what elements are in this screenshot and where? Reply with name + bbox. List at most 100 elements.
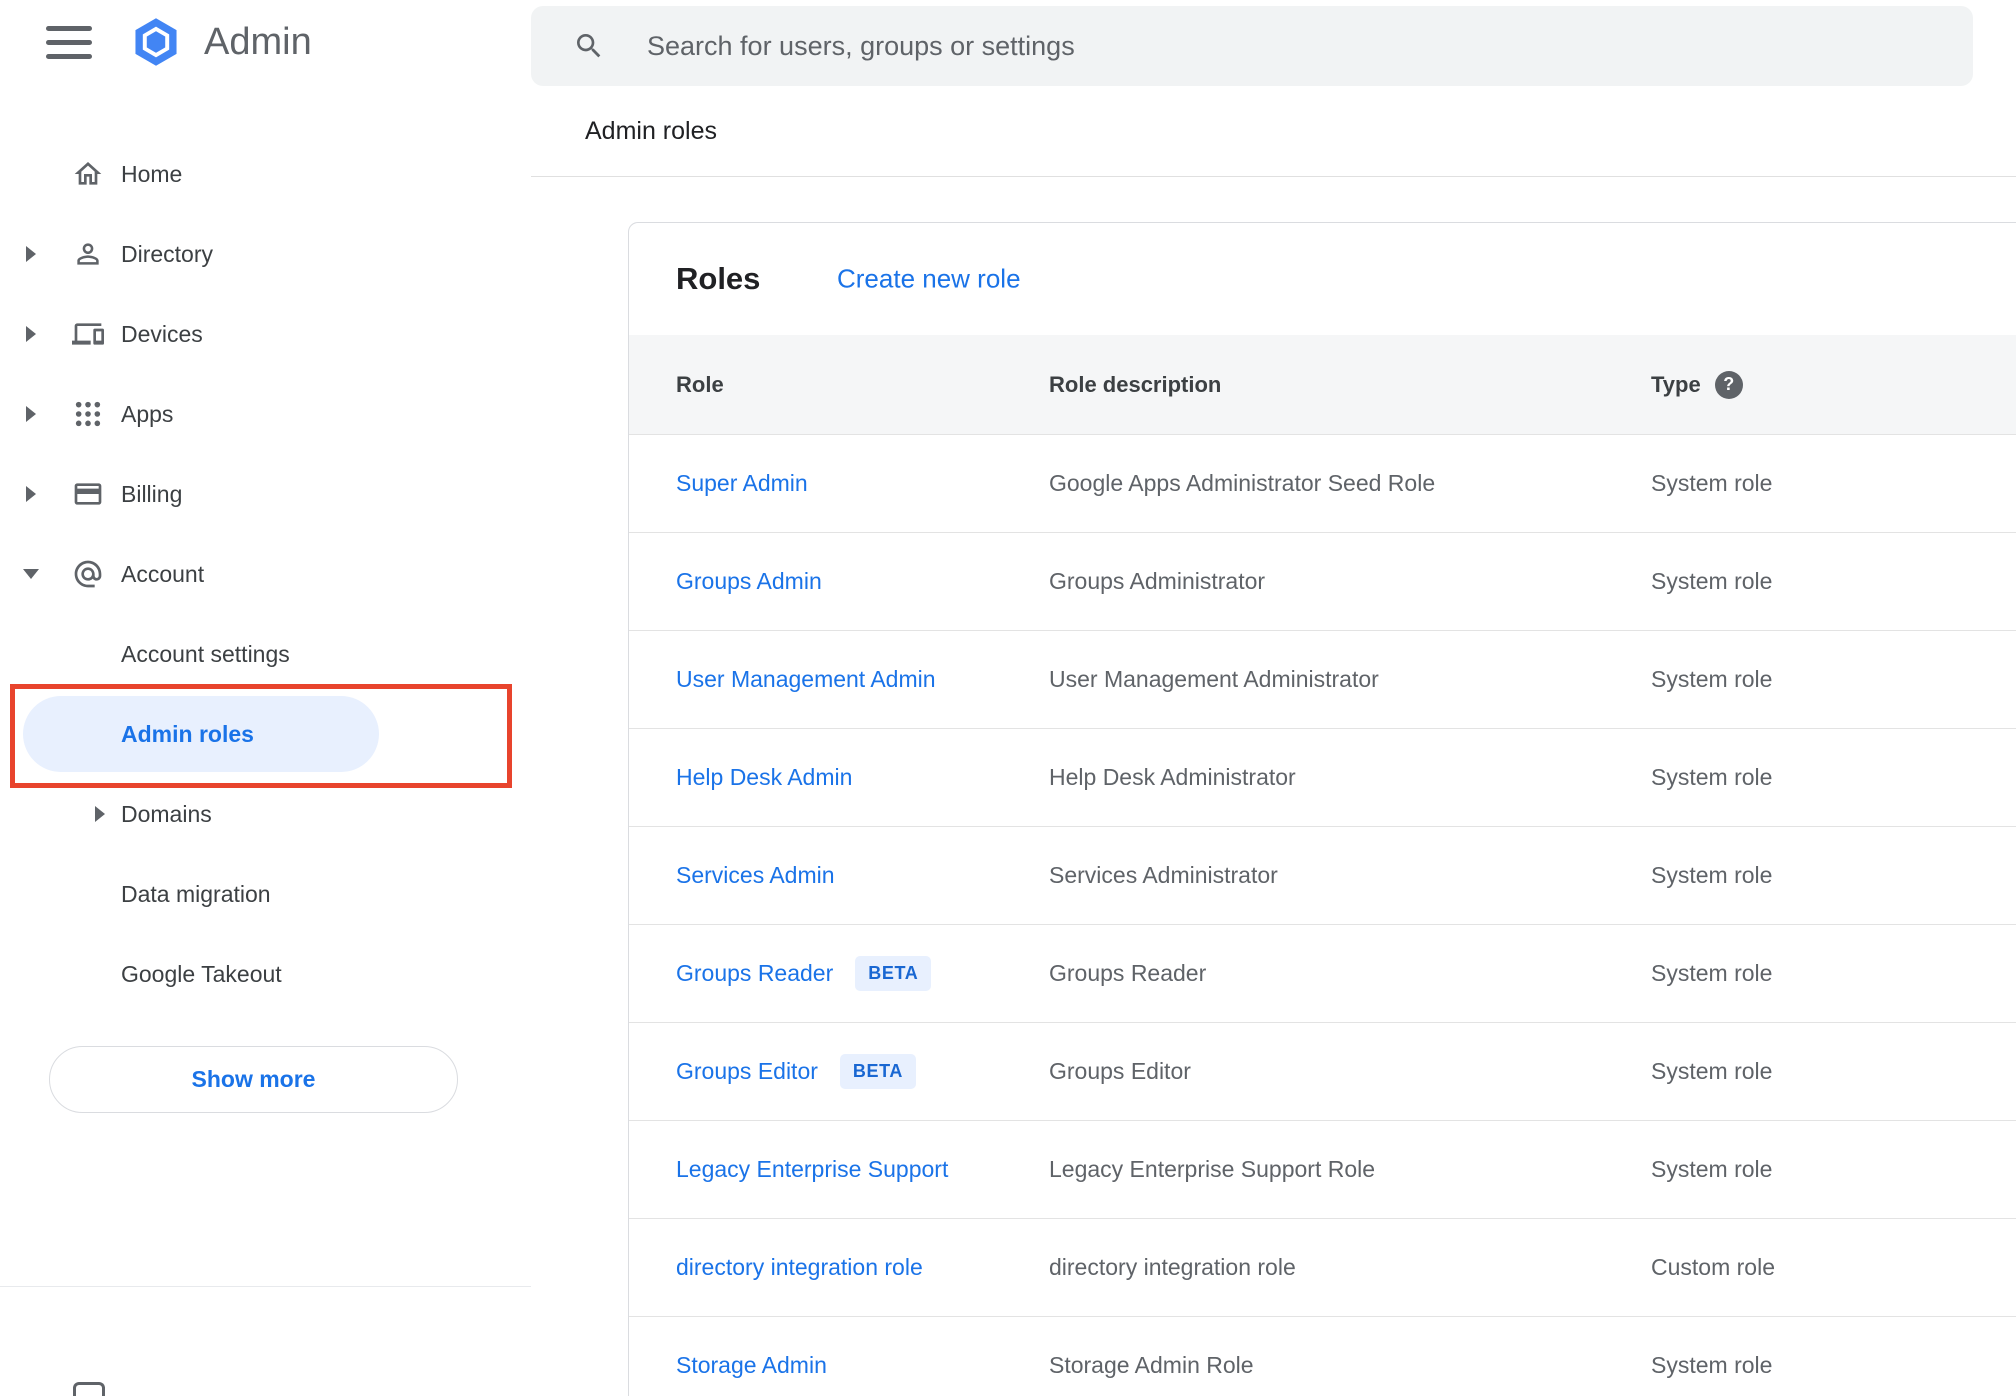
beta-badge: BETA bbox=[839, 1054, 916, 1089]
sidebar-item-label: Domains bbox=[121, 800, 212, 827]
sidebar-item-home[interactable]: Home bbox=[0, 134, 531, 214]
sidebar-item-devices[interactable]: Devices bbox=[0, 294, 531, 374]
table-row: directory integration role directory int… bbox=[629, 1218, 2016, 1316]
role-type: System role bbox=[1651, 1352, 1773, 1378]
role-description: User Management Administrator bbox=[1049, 666, 1379, 692]
role-link[interactable]: Storage Admin bbox=[676, 1352, 827, 1379]
sidebar-nav: Home Directory Devices Apps Billing Acco… bbox=[0, 134, 531, 1113]
role-type: System role bbox=[1651, 470, 1773, 496]
role-type: System role bbox=[1651, 1156, 1773, 1182]
at-sign-icon bbox=[74, 560, 102, 588]
hamburger-menu-icon[interactable] bbox=[46, 25, 92, 59]
sidebar-item-google-takeout[interactable]: Google Takeout bbox=[0, 934, 531, 1014]
card-header: Roles Create new role bbox=[629, 223, 2016, 335]
admin-hexagon-icon bbox=[135, 18, 177, 66]
chevron-right-icon[interactable] bbox=[26, 246, 36, 262]
sidebar-item-label: Google Takeout bbox=[121, 960, 282, 987]
role-link[interactable]: Legacy Enterprise Support bbox=[676, 1156, 948, 1183]
sidebar: Admin Home Directory Devices Apps Billin… bbox=[0, 0, 531, 1396]
roles-card: Roles Create new role Role Role descript… bbox=[628, 222, 2016, 1396]
sidebar-item-label: Billing bbox=[121, 480, 183, 507]
sidebar-item-account[interactable]: Account bbox=[0, 534, 531, 614]
sidebar-divider bbox=[0, 1286, 531, 1287]
sidebar-item-label: Account settings bbox=[121, 640, 290, 667]
role-type: System role bbox=[1651, 764, 1773, 790]
table-row: Help Desk Admin Help Desk Administrator … bbox=[629, 728, 2016, 826]
card-title: Roles bbox=[676, 261, 761, 296]
sidebar-item-label: Home bbox=[121, 160, 183, 187]
admin-logo[interactable]: Admin bbox=[128, 14, 312, 70]
hamburger-bar bbox=[46, 53, 92, 59]
role-description: Google Apps Administrator Seed Role bbox=[1049, 470, 1436, 496]
devices-icon bbox=[72, 323, 104, 345]
breadcrumb[interactable]: Admin roles bbox=[585, 86, 717, 176]
chevron-right-icon[interactable] bbox=[95, 806, 105, 822]
person-icon bbox=[77, 243, 99, 265]
sidebar-item-label: Admin roles bbox=[121, 720, 254, 747]
role-type: System role bbox=[1651, 960, 1773, 986]
column-header-type-label: Type bbox=[1651, 371, 1701, 397]
chevron-right-icon[interactable] bbox=[26, 486, 36, 502]
role-link[interactable]: Groups Reader bbox=[676, 960, 833, 987]
table-row: Groups Reader BETA Groups Reader System … bbox=[629, 924, 2016, 1022]
table-row: Legacy Enterprise Support Legacy Enterpr… bbox=[629, 1120, 2016, 1218]
sidebar-item-account-settings[interactable]: Account settings bbox=[0, 614, 531, 694]
role-link[interactable]: Groups Editor bbox=[676, 1058, 818, 1085]
sidebar-header: Admin bbox=[0, 0, 531, 84]
role-description: Groups Administrator bbox=[1049, 568, 1266, 594]
chevron-down-icon[interactable] bbox=[23, 569, 39, 579]
role-link[interactable]: Services Admin bbox=[676, 862, 835, 889]
search-bar[interactable] bbox=[531, 6, 1973, 86]
table-row: Services Admin Services Administrator Sy… bbox=[629, 826, 2016, 924]
chevron-right-icon[interactable] bbox=[26, 406, 36, 422]
sidebar-item-data-migration[interactable]: Data migration bbox=[0, 854, 531, 934]
sidebar-item-label: Apps bbox=[121, 400, 174, 427]
role-link[interactable]: Super Admin bbox=[676, 470, 808, 497]
sidebar-item-label: Directory bbox=[121, 240, 214, 267]
role-type: System role bbox=[1651, 666, 1773, 692]
table-row: User Management Admin User Management Ad… bbox=[629, 630, 2016, 728]
column-header-role: Role bbox=[676, 371, 724, 397]
sidebar-item-label: Devices bbox=[121, 320, 203, 347]
role-type: System role bbox=[1651, 862, 1773, 888]
app-title: Admin bbox=[204, 20, 312, 63]
create-new-role-link[interactable]: Create new role bbox=[837, 264, 1021, 295]
sidebar-item-admin-roles[interactable]: Admin roles bbox=[0, 694, 531, 774]
search-icon bbox=[577, 34, 601, 58]
sidebar-item-directory[interactable]: Directory bbox=[0, 214, 531, 294]
show-more-button[interactable]: Show more bbox=[49, 1046, 458, 1113]
help-icon[interactable]: ? bbox=[1714, 370, 1743, 399]
sidebar-item-domains[interactable]: Domains bbox=[0, 774, 531, 854]
role-type: Custom role bbox=[1651, 1254, 1775, 1280]
role-link[interactable]: Groups Admin bbox=[676, 568, 822, 595]
role-description: Groups Editor bbox=[1049, 1058, 1191, 1084]
column-header-type: Type ? bbox=[1651, 370, 2016, 399]
home-icon bbox=[74, 162, 102, 185]
cutoff-icon bbox=[73, 1382, 105, 1396]
hamburger-bar bbox=[46, 25, 92, 31]
role-description: Groups Reader bbox=[1049, 960, 1207, 986]
role-description: Services Administrator bbox=[1049, 862, 1278, 888]
credit-card-icon bbox=[74, 483, 102, 505]
search-input[interactable] bbox=[647, 30, 1973, 62]
sidebar-item-billing[interactable]: Billing bbox=[0, 454, 531, 534]
role-description: Legacy Enterprise Support Role bbox=[1049, 1156, 1376, 1182]
sidebar-item-label: Data migration bbox=[121, 880, 271, 907]
table-row: Super Admin Google Apps Administrator Se… bbox=[629, 434, 2016, 532]
table-header-row: Role Role description Type ? bbox=[629, 335, 2016, 434]
role-type: System role bbox=[1651, 568, 1773, 594]
topbar: Admin roles bbox=[531, 0, 2016, 177]
table-row: Groups Admin Groups Administrator System… bbox=[629, 532, 2016, 630]
chevron-right-icon[interactable] bbox=[26, 326, 36, 342]
sidebar-item-label: Account bbox=[121, 560, 205, 587]
role-link[interactable]: User Management Admin bbox=[676, 666, 936, 693]
role-description: directory integration role bbox=[1049, 1254, 1296, 1280]
column-header-role-description: Role description bbox=[1049, 371, 1222, 397]
role-description: Help Desk Administrator bbox=[1049, 764, 1296, 790]
role-type: System role bbox=[1651, 1058, 1773, 1084]
role-link[interactable]: directory integration role bbox=[676, 1254, 923, 1281]
sidebar-item-apps[interactable]: Apps bbox=[0, 374, 531, 454]
table-row: Groups Editor BETA Groups Editor System … bbox=[629, 1022, 2016, 1120]
role-link[interactable]: Help Desk Admin bbox=[676, 764, 852, 791]
apps-grid-icon bbox=[75, 401, 101, 427]
